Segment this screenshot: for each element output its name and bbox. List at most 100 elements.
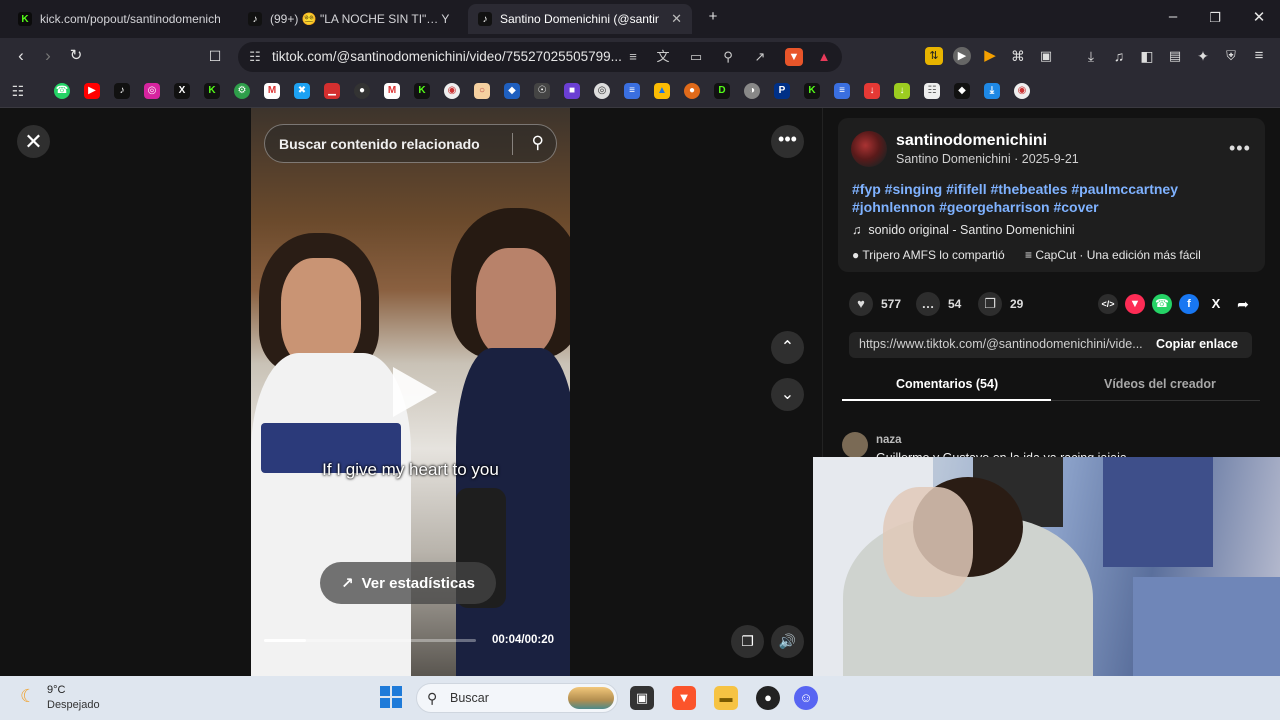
tab-comments[interactable]: Comentarios (54)	[896, 377, 998, 391]
tab-kick[interactable]: K kick.com/popout/santinodomenichini	[8, 4, 230, 34]
discord-taskbar-icon[interactable]: ☺	[794, 686, 818, 710]
address-bar[interactable]: ☷ tiktok.com/@santinodomenichini/video/7…	[238, 42, 842, 72]
extension-icon[interactable]: ⇅	[925, 47, 943, 65]
close-video-button[interactable]: ✕	[17, 125, 50, 158]
gmail-bookmark-icon[interactable]: M	[264, 83, 280, 99]
cast-icon[interactable]: ▭	[687, 48, 705, 66]
bookmark-icon-dropbox[interactable]: ◆	[504, 83, 520, 99]
creator-username[interactable]: santinodomenichini	[896, 132, 1047, 150]
drive-bookmark-icon[interactable]: ▲	[654, 83, 670, 99]
close-tab-icon[interactable]: ✕	[671, 11, 682, 27]
leo-ai-icon[interactable]: ✦	[1194, 47, 1212, 65]
share-link-text[interactable]: https://www.tiktok.com/@santinodomenichi…	[859, 337, 1144, 351]
zoom-icon[interactable]: ⚲	[719, 48, 737, 66]
floating-player-icon[interactable]: ❐	[731, 625, 764, 658]
extensions-icon[interactable]: ⌘	[1009, 47, 1027, 65]
site-settings-icon[interactable]: ☷	[246, 48, 264, 66]
paypal-bookmark-icon[interactable]: P	[774, 83, 790, 99]
vpn-icon[interactable]: ⛨	[1222, 47, 1240, 65]
file-explorer-icon[interactable]: ▬	[714, 686, 738, 710]
related-search-placeholder[interactable]: Buscar contenido relacionado	[279, 136, 480, 152]
tab-tiktok-noche[interactable]: ♪ (99+) 😵‍💫 "LA NOCHE SIN TI"… Y T	[238, 4, 460, 34]
instagram-bookmark-icon[interactable]: ◎	[144, 83, 160, 99]
youtube-bookmark-icon[interactable]: ▶	[84, 83, 100, 99]
video-progress-bar[interactable]	[264, 639, 476, 642]
comment-avatar[interactable]	[842, 432, 868, 458]
github-bookmark-icon[interactable]: ●	[354, 83, 370, 99]
kick-bookmark-icon-3[interactable]: K	[804, 83, 820, 99]
docs-bookmark-icon[interactable]: ≡	[624, 83, 640, 99]
back-icon[interactable]: ‹	[10, 45, 32, 67]
maximize-button[interactable]: ❐	[1200, 10, 1230, 26]
minimize-button[interactable]: –	[1158, 8, 1188, 25]
brave-rewards-icon[interactable]: ▲	[815, 48, 833, 66]
save-button[interactable]: ❐ 29	[978, 292, 1023, 316]
avatar[interactable]	[851, 131, 887, 167]
bookmark-icon-blue[interactable]: ✖	[294, 83, 310, 99]
reader-icon[interactable]: ≡	[624, 48, 642, 66]
post-sound[interactable]: ♫ sonido original - Santino Domenichini	[852, 223, 1075, 237]
bookmark-icon-blue-down[interactable]: ⤓	[984, 83, 1000, 99]
weather-description[interactable]: Despejado	[47, 699, 100, 711]
copy-link-button[interactable]: Copiar enlace	[1156, 337, 1238, 351]
bookmark-icon-purple[interactable]: ■	[564, 83, 580, 99]
volume-icon[interactable]: 🔊	[771, 625, 804, 658]
related-search-box[interactable]: Buscar contenido relacionado ⚲	[264, 124, 557, 163]
comment-button[interactable]: … 54	[916, 292, 961, 316]
bookmark-icon-white[interactable]: ◎	[594, 83, 610, 99]
music-icon[interactable]: ♫	[1110, 47, 1128, 65]
search-icon[interactable]: ⚲	[532, 133, 544, 153]
bookmark-icon-gray[interactable]: ☉	[534, 83, 550, 99]
tab-creator-videos[interactable]: Vídeos del creador	[1104, 377, 1216, 391]
download-bookmark-icon[interactable]: ↓	[864, 83, 880, 99]
bookmark-icon-orange[interactable]: ○	[474, 83, 490, 99]
share-arrow-icon[interactable]: ➦	[1233, 294, 1253, 314]
kick-bookmark-icon[interactable]: K	[204, 83, 220, 99]
play-icon[interactable]	[393, 367, 437, 417]
like-button[interactable]: ♥ 577	[849, 292, 901, 316]
weather-temperature[interactable]: 9°C	[47, 684, 65, 696]
more-options-icon[interactable]: •••	[771, 125, 804, 158]
tab-tiktok-active[interactable]: ♪ Santino Domenichini (@santino ✕	[468, 4, 692, 34]
bookmark-icon-globe[interactable]: ◑	[744, 83, 760, 99]
task-view-icon[interactable]: ▣	[630, 686, 654, 710]
bookmark-icon-lime[interactable]: ↓	[894, 83, 910, 99]
wallet-icon[interactable]: ▤	[1166, 47, 1184, 65]
repost-icon[interactable]: ▼	[1125, 294, 1145, 314]
view-stats-button[interactable]: ↗ Ver estadísticas	[320, 562, 496, 604]
bookmark-icon-green[interactable]: ⚙	[234, 83, 250, 99]
tiktok-bookmark-icon[interactable]: ♪	[114, 83, 130, 99]
whatsapp-share-icon[interactable]: ☎	[1152, 294, 1172, 314]
sidebar-icon[interactable]: ◧	[1138, 47, 1156, 65]
comment-author[interactable]: naza	[876, 434, 902, 446]
capcut-link[interactable]: ≡ CapCut · Una edición más fácil	[1025, 248, 1201, 262]
post-hashtags[interactable]: #fyp #singing #ififell #thebeatles #paul…	[852, 180, 1252, 216]
bookmark-icon-d[interactable]: D	[714, 83, 730, 99]
download-icon[interactable]: ⤓	[1082, 47, 1100, 65]
shared-by[interactable]: ● Tripero AMFS lo compartió	[852, 248, 1005, 262]
chart-bookmark-icon[interactable]: ▁	[324, 83, 340, 99]
bookmark-icon-diamond[interactable]: ◆	[954, 83, 970, 99]
url-text[interactable]: tiktok.com/@santinodomenichini/video/755…	[272, 49, 622, 64]
next-video-icon[interactable]: ⌄	[771, 378, 804, 411]
bookmark-icon-red-circle[interactable]: ◉	[444, 83, 460, 99]
bookmark-icon-red-ring[interactable]: ◉	[1014, 83, 1030, 99]
whatsapp-bookmark-icon[interactable]: ☎	[54, 83, 70, 99]
extension-arrow-icon[interactable]: ▶	[981, 47, 999, 65]
extension-play-icon[interactable]: ▶	[953, 47, 971, 65]
reload-icon[interactable]: ↻	[65, 45, 87, 67]
previous-video-icon[interactable]: ⌃	[771, 331, 804, 364]
x-bookmark-icon[interactable]: X	[174, 83, 190, 99]
kick-bookmark-icon-2[interactable]: K	[414, 83, 430, 99]
x-share-icon[interactable]: X	[1206, 294, 1226, 314]
bookmark-icon-orange-circle[interactable]: ●	[684, 83, 700, 99]
post-more-icon[interactable]: •••	[1229, 138, 1251, 159]
menu-icon[interactable]: ≡	[1250, 47, 1268, 65]
brave-taskbar-icon[interactable]: ▼	[672, 686, 696, 710]
share-icon[interactable]: ↗	[751, 48, 769, 66]
taskbar-app-icon[interactable]: ●	[756, 686, 780, 710]
taskbar-search[interactable]: ⚲ Buscar	[416, 683, 618, 713]
apps-grid-icon[interactable]: ☷	[10, 83, 26, 99]
bookmark-icon[interactable]: ☐	[204, 45, 226, 67]
start-button-icon[interactable]	[380, 686, 402, 708]
